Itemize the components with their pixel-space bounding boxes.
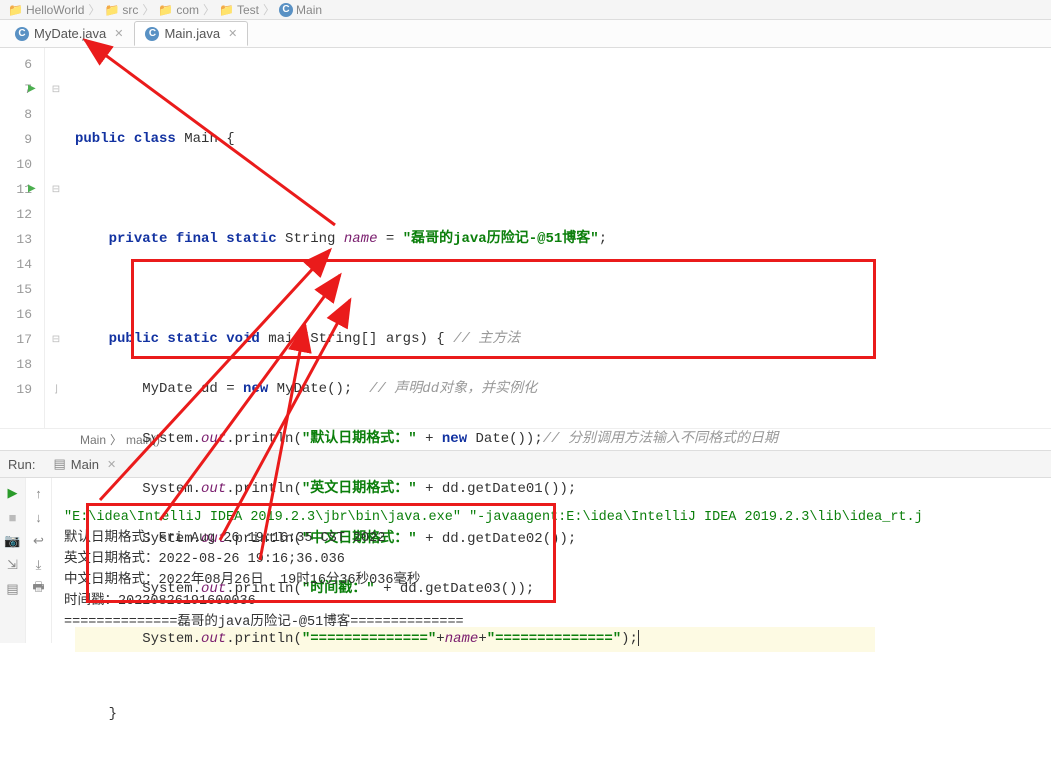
down-icon[interactable]: ↓ (30, 508, 48, 526)
editor[interactable]: 6 ▶7 8 9 10 ▶11 12 13 14 15 16 17 18 19 … (0, 48, 1051, 428)
fold-column: ⊟ ⊟ ⊟ ⌋ (45, 48, 67, 428)
bc-item-3[interactable]: 📁Test (219, 3, 259, 17)
layout-icon[interactable]: ▤ (4, 580, 22, 598)
bc-item-4[interactable]: CMain (279, 3, 322, 17)
close-icon[interactable]: ✕ (114, 27, 123, 40)
console-line: 默认日期格式：Fri Aug 26 19:16:35 CST 2022 (64, 531, 385, 546)
folder-icon: 📁 (8, 3, 23, 17)
console-line: ==============磊哥的java历险记-@51博客==========… (64, 615, 464, 630)
run-label: Run: (8, 457, 35, 472)
code-area[interactable]: public class Main { private final static… (67, 48, 1051, 428)
close-icon[interactable]: ✕ (228, 27, 237, 40)
tab-mydate[interactable]: C MyDate.java ✕ (4, 21, 134, 46)
camera-icon[interactable]: 📷 (4, 532, 22, 550)
console-line: 时间戳：20220826191600036 (64, 594, 256, 609)
run-toolbar-left: ▶ ■ 📷 ⇲ ▤ (0, 478, 26, 643)
export-icon[interactable]: ⇲ (4, 556, 22, 574)
bc-item-0[interactable]: 📁HelloWorld (8, 3, 84, 17)
fold-icon[interactable]: ⊟ (45, 327, 67, 352)
print-icon[interactable]: 🖶 (30, 580, 48, 598)
class-icon: C (15, 27, 29, 41)
bc-item-2[interactable]: 📁com (158, 3, 199, 17)
gutter: 6 ▶7 8 9 10 ▶11 12 13 14 15 16 17 18 19 (0, 48, 45, 428)
wrap-icon[interactable]: ↩ (30, 532, 48, 550)
class-icon: C (145, 27, 159, 41)
fold-icon[interactable]: ⊟ (45, 177, 67, 202)
editor-tabs: C MyDate.java ✕ C Main.java ✕ (0, 20, 1051, 48)
scroll-icon[interactable]: ⤓ (30, 556, 48, 574)
fold-icon[interactable]: ⊟ (45, 77, 67, 102)
tool-icon: ▤ (53, 456, 65, 472)
console-output[interactable]: "E:\idea\IntelliJ IDEA 2019.2.3\jbr\bin\… (52, 478, 1051, 643)
run-toolbar-right: ↑ ↓ ↩ ⤓ 🖶 (26, 478, 52, 643)
run-panel: ▶ ■ 📷 ⇲ ▤ ↑ ↓ ↩ ⤓ 🖶 "E:\idea\IntelliJ ID… (0, 478, 1051, 643)
folder-icon: 📁 (219, 3, 234, 17)
run-gutter-icon[interactable]: ▶ (28, 177, 36, 202)
folder-icon: 📁 (158, 3, 173, 17)
folder-icon: 📁 (104, 3, 119, 17)
up-icon[interactable]: ↑ (30, 484, 48, 502)
class-icon: C (279, 3, 293, 17)
run-icon[interactable]: ▶ (4, 484, 22, 502)
console-line: 英文日期格式：2022-08-26 19:16;36.036 (64, 552, 345, 567)
console-line: 中文日期格式：2022年08月26日 19时16分36秒036毫秒 (64, 573, 420, 588)
fold-end-icon[interactable]: ⌋ (45, 377, 67, 402)
tab-main[interactable]: C Main.java ✕ (134, 21, 248, 46)
breadcrumb: 📁HelloWorld〉 📁src〉 📁com〉 📁Test〉 CMain (0, 0, 1051, 20)
console-command: "E:\idea\IntelliJ IDEA 2019.2.3\jbr\bin\… (64, 510, 923, 525)
bc-item-1[interactable]: 📁src (104, 3, 138, 17)
stop-icon[interactable]: ■ (4, 508, 22, 526)
run-gutter-icon[interactable]: ▶ (28, 77, 36, 102)
